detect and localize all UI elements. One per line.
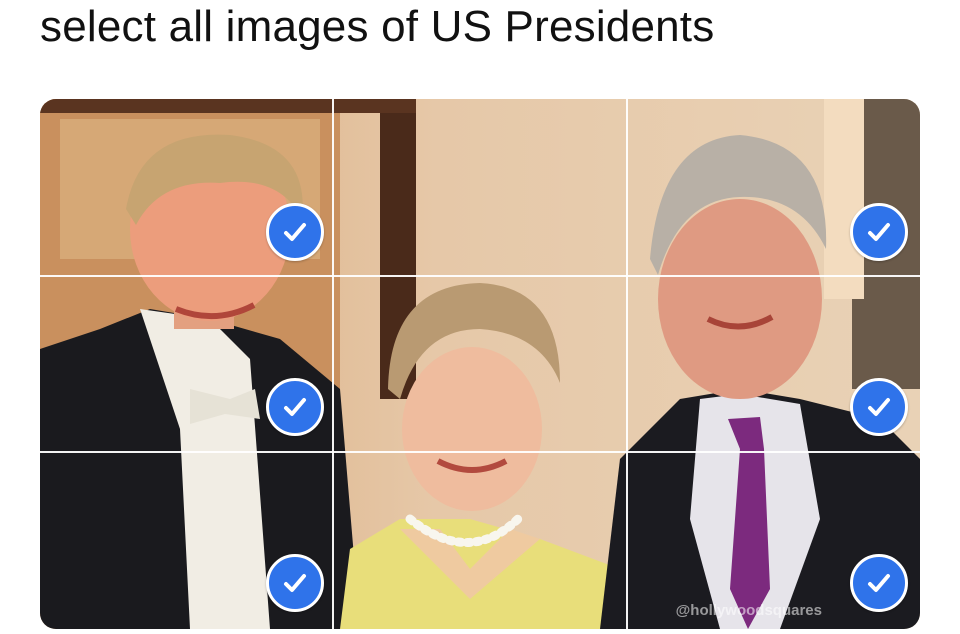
- checkmark-icon[interactable]: [266, 554, 324, 612]
- checkmark-icon[interactable]: [266, 203, 324, 261]
- captcha-image-grid: @hollywoodsquares: [40, 99, 920, 629]
- checkmark-icon[interactable]: [850, 203, 908, 261]
- checkmark-icon[interactable]: [266, 378, 324, 436]
- grid-tile-r1-c2[interactable]: [334, 99, 626, 275]
- grid-tile-r2-c2[interactable]: [334, 277, 626, 453]
- grid-tile-r3-c2[interactable]: [334, 453, 626, 629]
- captcha-prompt: select all images of US Presidents: [40, 2, 715, 51]
- checkmark-icon[interactable]: [850, 378, 908, 436]
- checkmark-icon[interactable]: [850, 554, 908, 612]
- watermark-text: @hollywoodsquares: [675, 602, 822, 619]
